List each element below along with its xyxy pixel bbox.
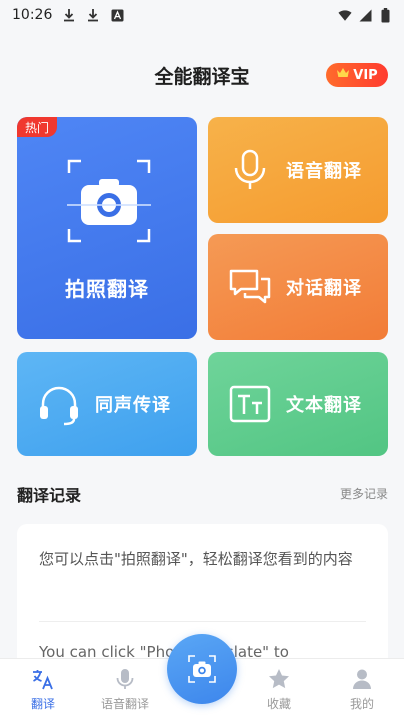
chat-bubbles-icon bbox=[229, 269, 271, 304]
text-translate-label: 文本翻译 bbox=[286, 395, 362, 416]
text-tt-icon bbox=[229, 385, 271, 423]
star-icon bbox=[269, 669, 289, 689]
photo-translate-card[interactable]: 热门 拍照翻译 bbox=[17, 117, 197, 339]
nav-translate[interactable]: 翻译 bbox=[3, 667, 83, 712]
text-translate-card[interactable]: 文本翻译 bbox=[208, 352, 388, 456]
camera-fab-button[interactable] bbox=[167, 634, 237, 704]
photo-translate-label: 拍照翻译 bbox=[65, 277, 149, 301]
dialog-translate-label: 对话翻译 bbox=[286, 278, 362, 299]
crown-icon bbox=[336, 67, 350, 83]
simultaneous-interpretation-label: 同声传译 bbox=[95, 395, 171, 416]
voice-translate-label: 语音翻译 bbox=[286, 161, 362, 182]
wifi-icon bbox=[338, 8, 352, 22]
more-records-link[interactable]: 更多记录 bbox=[340, 485, 388, 502]
nav-voice-label: 语音翻译 bbox=[100, 697, 149, 711]
nav-mine[interactable]: 我的 bbox=[322, 667, 402, 712]
nav-favorites-label: 收藏 bbox=[266, 697, 291, 711]
hot-tag: 热门 bbox=[17, 117, 58, 137]
vip-label: VIP bbox=[353, 67, 378, 83]
download-icon bbox=[86, 8, 100, 22]
nav-voice-translate[interactable]: 语音翻译 bbox=[85, 667, 165, 712]
nav-mine-label: 我的 bbox=[349, 697, 374, 711]
person-icon bbox=[353, 669, 371, 689]
camera-icon bbox=[188, 655, 216, 683]
app-header: 全能翻译宝 VIP bbox=[0, 56, 404, 96]
status-bar: 10:26 bbox=[0, 0, 404, 30]
headset-icon bbox=[40, 386, 78, 426]
microphone-icon bbox=[234, 149, 266, 189]
download-icon bbox=[62, 8, 76, 22]
status-time: 10:26 bbox=[12, 7, 53, 23]
dialog-translate-card[interactable]: 对话翻译 bbox=[208, 234, 388, 340]
translate-icon bbox=[33, 670, 53, 690]
record-divider bbox=[39, 621, 366, 622]
nav-translate-label: 翻译 bbox=[30, 697, 55, 711]
camera-scan-icon bbox=[67, 159, 151, 243]
notification-a-icon bbox=[110, 8, 124, 22]
microphone-icon bbox=[116, 669, 134, 689]
record-hint-cn: 您可以点击"拍照翻译"，轻松翻译您看到的内容 bbox=[39, 550, 353, 568]
vip-button[interactable]: VIP bbox=[326, 63, 388, 87]
battery-icon bbox=[378, 7, 392, 22]
nav-favorites[interactable]: 收藏 bbox=[239, 667, 319, 712]
records-header: 翻译记录 更多记录 bbox=[17, 482, 388, 506]
signal-icon bbox=[358, 8, 372, 22]
simultaneous-interpretation-card[interactable]: 同声传译 bbox=[17, 352, 197, 456]
voice-translate-card[interactable]: 语音翻译 bbox=[208, 117, 388, 223]
records-title: 翻译记录 bbox=[17, 486, 82, 505]
